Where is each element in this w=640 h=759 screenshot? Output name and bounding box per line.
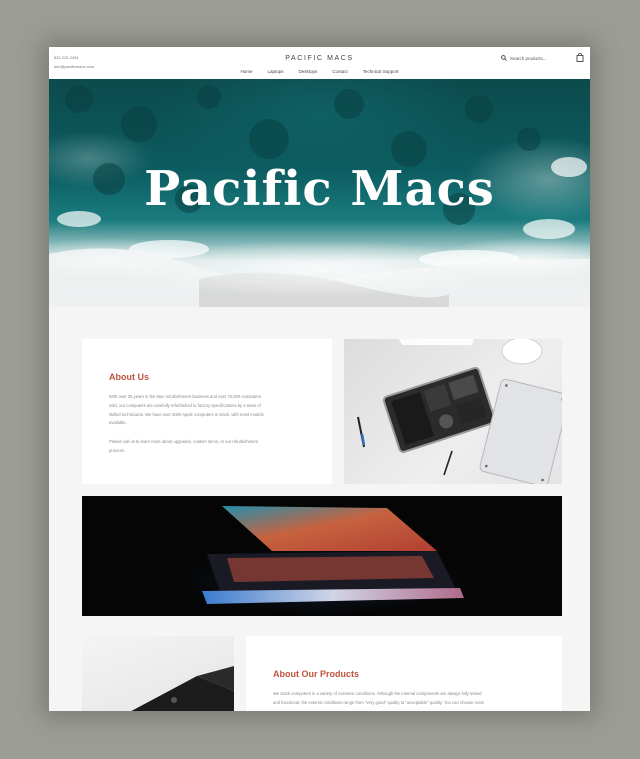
about-products-paragraph: We stock computers in a variety of cosme… (273, 690, 484, 708)
about-text-line: available. (109, 420, 127, 426)
about-us-paragraph-2: Please call us to learn more about upgra… (109, 438, 258, 456)
about-us-card: About Us With over 25 years in the Mac r… (82, 339, 332, 484)
main-nav: Home Laptops Desktops Contact Technical … (49, 69, 590, 74)
laptop-lit-illustration (152, 506, 492, 616)
products-text-line: and functional, the exterior conditions … (273, 699, 484, 705)
about-text-line: process. (109, 447, 125, 453)
about-text-line: Please call us to learn more about upgra… (109, 439, 258, 444)
search-input[interactable]: Search products... (510, 56, 547, 61)
hero-foam (49, 229, 590, 307)
search-box[interactable]: Search products... (501, 55, 547, 61)
laptop-repair-photo (344, 339, 562, 484)
black-laptop-photo (82, 636, 234, 711)
cart-icon[interactable] (576, 53, 584, 62)
about-products-card: About Our Products We stock computers in… (246, 636, 562, 711)
nav-contact[interactable]: Contact (332, 69, 348, 74)
laptop-lit-photo (82, 496, 562, 616)
hero-title: Pacific Macs (144, 161, 495, 217)
about-text-line: With over 25 years in the Mac refurbishm… (109, 394, 261, 399)
hero-banner: Pacific Macs (49, 79, 590, 307)
nav-desktops[interactable]: Desktops (298, 69, 317, 74)
search-icon (501, 55, 507, 61)
products-text-line: We stock computers in a variety of cosme… (273, 691, 482, 696)
about-us-title: About Us (109, 372, 149, 382)
about-text-line: sold, our computers are carefully refurb… (109, 402, 261, 408)
site-header: 831 226 2434 info@pacificmacs.com PACIFI… (49, 47, 590, 79)
website-frame: 831 226 2434 info@pacificmacs.com PACIFI… (49, 47, 590, 711)
about-products-title: About Our Products (273, 669, 359, 679)
black-laptop-illustration (131, 666, 234, 711)
about-text-line: skilled technicians. We have over 3000 A… (109, 411, 264, 417)
nav-home[interactable]: Home (240, 69, 252, 74)
nav-laptops[interactable]: Laptops (267, 69, 283, 74)
about-us-paragraph-1: With over 25 years in the Mac refurbishm… (109, 393, 264, 428)
nav-technical-support[interactable]: Technical Support (363, 69, 399, 74)
laptop-repair-illustration (357, 339, 562, 484)
